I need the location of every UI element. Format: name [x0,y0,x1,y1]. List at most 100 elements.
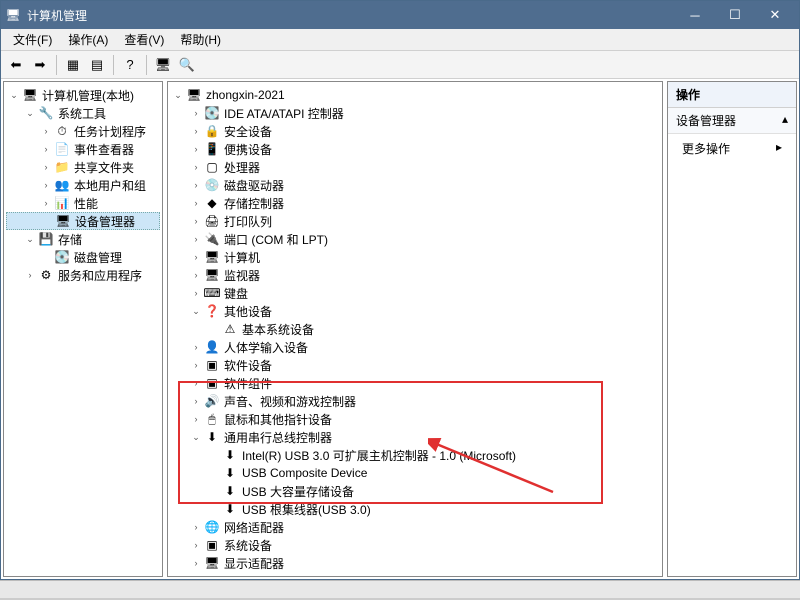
collapse-icon[interactable]: ⌄ [172,89,184,101]
device-tree-node[interactable]: ›🖨打印队列 [170,212,660,230]
tree-item-label: 鼠标和其他指针设备 [224,411,332,428]
expand-icon[interactable]: › [40,143,52,155]
device-tree-node[interactable]: ›▣软件设备 [170,356,660,374]
mgmt-tree-node[interactable]: ›👥本地用户和组 [6,176,160,194]
device-tree-node[interactable]: ›👤人体学输入设备 [170,338,660,356]
tree-item-icon: 👥 [54,177,70,193]
device-tree-node[interactable]: ⬇USB 大容量存储设备 [170,482,660,500]
actions-header: 操作 [668,82,796,108]
mgmt-tree-node[interactable]: ›⚙服务和应用程序 [6,266,160,284]
device-tree-node[interactable]: ⚠基本系统设备 [170,320,660,338]
device-tree-node[interactable]: ⌄⬇通用串行总线控制器 [170,428,660,446]
back-button[interactable]: ⬅ [5,54,27,76]
expand-icon[interactable]: › [40,125,52,137]
mgmt-tree-node[interactable]: ›⏱任务计划程序 [6,122,160,140]
expand-icon[interactable]: › [190,287,202,299]
mgmt-tree-node[interactable]: ›📄事件查看器 [6,140,160,158]
expand-icon[interactable]: › [190,395,202,407]
device-tree-node[interactable]: ›🖥显示适配器 [170,554,660,572]
expand-icon[interactable]: › [40,179,52,191]
collapse-icon[interactable]: ⌄ [24,233,36,245]
view-devices-button[interactable]: 🖥 [152,54,174,76]
tree-item-label: 人体学输入设备 [224,339,308,356]
device-tree-node[interactable]: ›🔊声音、视频和游戏控制器 [170,392,660,410]
expand-icon[interactable]: › [190,539,202,551]
collapse-icon[interactable]: ⌄ [24,107,36,119]
mgmt-tree-node[interactable]: ⌄💾存储 [6,230,160,248]
expand-icon[interactable]: › [190,377,202,389]
expand-icon[interactable]: › [190,341,202,353]
expand-icon[interactable]: › [40,197,52,209]
tree-item-label: 共享文件夹 [74,159,134,176]
mgmt-tree-node[interactable]: ⌄🖥计算机管理(本地) [6,86,160,104]
menu-view[interactable]: 查看(V) [116,29,172,50]
mgmt-tree-node[interactable]: 🖥设备管理器 [6,212,160,230]
device-tree-node[interactable]: ⬇Intel(R) USB 3.0 可扩展主机控制器 - 1.0 (Micros… [170,446,660,464]
expand-icon[interactable]: › [190,197,202,209]
scan-hardware-button[interactable]: 🔍 [176,54,198,76]
mgmt-tree-node[interactable]: ›📁共享文件夹 [6,158,160,176]
tree-item-label: 便携设备 [224,141,272,158]
expand-icon[interactable]: › [190,251,202,263]
collapse-icon[interactable]: ⌄ [8,89,20,101]
device-tree[interactable]: ⌄🖥zhongxin-2021›💽IDE ATA/ATAPI 控制器›🔒安全设备… [168,82,662,576]
device-tree-node[interactable]: ›🌐网络适配器 [170,518,660,536]
expand-icon[interactable]: › [190,413,202,425]
expand-icon[interactable]: › [190,215,202,227]
device-tree-node[interactable]: ⌄❓其他设备 [170,302,660,320]
device-tree-node[interactable]: ⌄🖥zhongxin-2021 [170,86,660,104]
expand-icon[interactable]: › [190,521,202,533]
device-tree-node[interactable]: ›🔒安全设备 [170,122,660,140]
device-tree-node[interactable]: ›🖱鼠标和其他指针设备 [170,410,660,428]
device-tree-node[interactable]: ›🖥监视器 [170,266,660,284]
expand-icon[interactable]: › [190,107,202,119]
expand-icon[interactable]: › [190,233,202,245]
mgmt-tree-node[interactable]: ›📊性能 [6,194,160,212]
expand-icon[interactable]: › [190,179,202,191]
device-tree-node[interactable]: ›🖥计算机 [170,248,660,266]
expand-icon[interactable]: › [190,269,202,281]
show-hide-tree-button[interactable]: ▦ [62,54,84,76]
expand-icon[interactable]: › [190,143,202,155]
expand-icon[interactable]: › [190,125,202,137]
device-tree-node[interactable]: ›📱便携设备 [170,140,660,158]
help-button[interactable]: ? [119,54,141,76]
device-tree-node[interactable]: ⬇USB Composite Device [170,464,660,482]
tree-item-label: 网络适配器 [224,519,284,536]
collapse-icon[interactable]: ▴ [782,112,788,129]
menubar: 文件(F) 操作(A) 查看(V) 帮助(H) [1,29,799,51]
device-tree-node[interactable]: ›💽IDE ATA/ATAPI 控制器 [170,104,660,122]
device-tree-node[interactable]: ⬇USB 根集线器(USB 3.0) [170,500,660,518]
device-tree-node[interactable]: ›▣软件组件 [170,374,660,392]
tree-item-icon: ▣ [204,375,220,391]
device-tree-node[interactable]: ›⌨键盘 [170,284,660,302]
tree-item-icon: 📁 [54,159,70,175]
device-tree-node[interactable]: ›▣系统设备 [170,536,660,554]
more-actions-item[interactable]: 更多操作 ▸ [668,134,796,163]
tree-item-label: 本地用户和组 [74,177,146,194]
device-tree-node[interactable]: ›🔌端口 (COM 和 LPT) [170,230,660,248]
tree-item-label: 处理器 [224,159,260,176]
menu-action[interactable]: 操作(A) [60,29,116,50]
forward-button[interactable]: ➡ [29,54,51,76]
collapse-icon[interactable]: ⌄ [190,431,202,443]
mgmt-tree-node[interactable]: 💽磁盘管理 [6,248,160,266]
menu-help[interactable]: 帮助(H) [172,29,229,50]
collapse-icon[interactable]: ⌄ [190,305,202,317]
minimize-button[interactable]: ─ [675,1,715,29]
properties-button[interactable]: ▤ [86,54,108,76]
maximize-button[interactable]: ☐ [715,1,755,29]
tree-item-icon: 🖥 [186,87,202,103]
menu-file[interactable]: 文件(F) [5,29,60,50]
management-tree[interactable]: ⌄🖥计算机管理(本地)⌄🔧系统工具›⏱任务计划程序›📄事件查看器›📁共享文件夹›… [4,82,162,288]
expand-icon[interactable]: › [40,161,52,173]
device-tree-node[interactable]: ›◆存储控制器 [170,194,660,212]
expand-icon[interactable]: › [24,269,36,281]
expand-icon[interactable]: › [190,359,202,371]
close-button[interactable]: ✕ [755,1,795,29]
device-tree-node[interactable]: ›💿磁盘驱动器 [170,176,660,194]
device-tree-node[interactable]: ›▢处理器 [170,158,660,176]
expand-icon[interactable]: › [190,161,202,173]
mgmt-tree-node[interactable]: ⌄🔧系统工具 [6,104,160,122]
expand-icon[interactable]: › [190,557,202,569]
